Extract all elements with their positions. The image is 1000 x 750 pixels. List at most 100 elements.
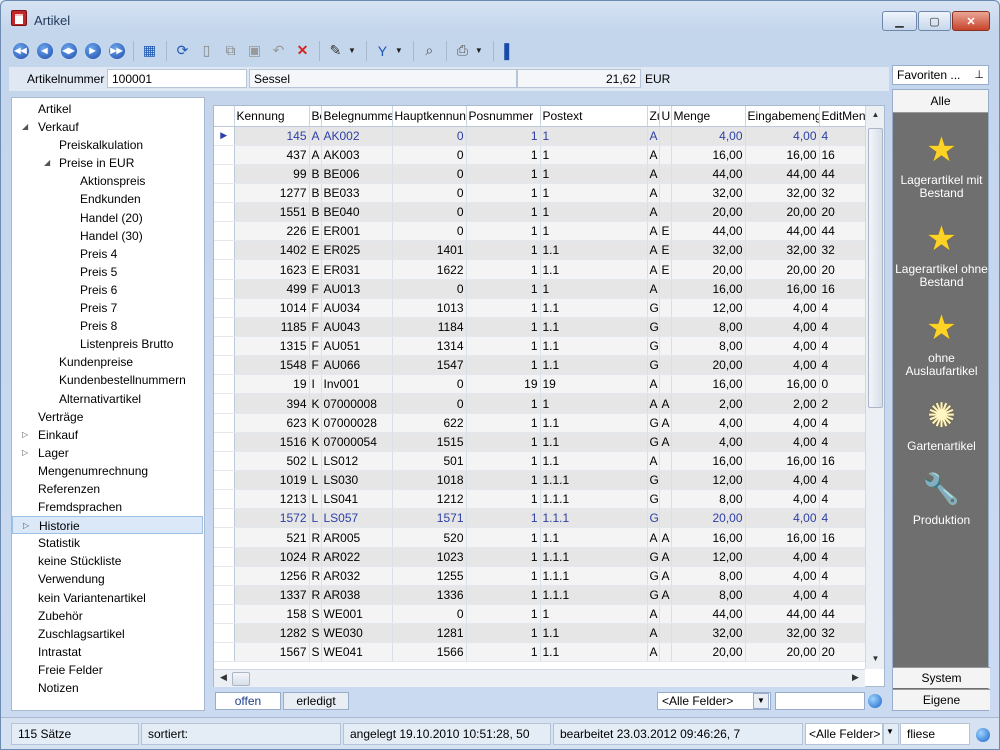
favorites-all-tab[interactable]: Alle: [893, 90, 988, 113]
chevron-down-icon[interactable]: ▼: [753, 693, 769, 709]
scroll-thumb[interactable]: [868, 128, 883, 408]
tree-item[interactable]: Preis 5: [12, 263, 204, 281]
tree-item[interactable]: keine Stückliste: [12, 552, 204, 570]
table-row[interactable]: 1337 R AR038 1336 1 1.1.1 G A 8,00 4,00 4: [214, 585, 867, 606]
tree-item[interactable]: Preiskalkulation: [12, 136, 204, 154]
row-indicator[interactable]: [214, 164, 235, 184]
table-view-icon[interactable]: ▦: [138, 40, 161, 62]
favorite-item[interactable]: ✺ Gartenartikel: [893, 398, 990, 453]
column-header[interactable]: Zu: [647, 106, 660, 127]
table-row[interactable]: 394 K 07000008 0 1 1 A A 2,00 2,00 2: [214, 393, 867, 414]
prev-record-icon[interactable]: ◀: [33, 40, 56, 62]
row-indicator[interactable]: [214, 508, 235, 529]
tree-item[interactable]: Referenzen: [12, 480, 204, 498]
table-row[interactable]: 1315 F AU051 1314 1 1.1 G 8,00 4,00 4: [214, 336, 867, 357]
vertical-scrollbar[interactable]: ▲ ▼: [865, 106, 884, 669]
table-row[interactable]: 521 R AR005 520 1 1.1 A A 16,00 16,00 16: [214, 527, 867, 548]
table-row[interactable]: 437 A AK003 0 1 1 A 16,00 16,00 16: [214, 145, 867, 165]
tree-item[interactable]: kein Variantenartikel: [12, 589, 204, 607]
table-row[interactable]: 1282 S WE030 1281 1 1.1 A 32,00 32,00 32: [214, 623, 867, 644]
tree-item[interactable]: ▷ Einkauf: [12, 426, 204, 444]
tree-item[interactable]: Notizen: [12, 679, 204, 697]
tab-done[interactable]: erledigt: [283, 692, 349, 710]
filter-input[interactable]: [775, 692, 865, 710]
tree-item[interactable]: Mengenumrechnung: [12, 462, 204, 480]
row-indicator[interactable]: [214, 393, 235, 414]
row-indicator[interactable]: [214, 202, 235, 223]
column-header[interactable]: Menge: [671, 106, 746, 127]
row-indicator[interactable]: [214, 336, 235, 357]
table-row[interactable]: 1024 R AR022 1023 1 1.1.1 G A 12,00 4,00 4: [214, 547, 867, 567]
table-row[interactable]: 1256 R AR032 1255 1 1.1.1 G A 8,00 4,00 4: [214, 566, 867, 586]
row-indicator[interactable]: [214, 470, 235, 491]
row-indicator[interactable]: [214, 374, 235, 395]
row-indicator[interactable]: [214, 413, 235, 433]
tree-item[interactable]: Preis 4: [12, 245, 204, 263]
column-header[interactable]: Hauptkennung: [392, 106, 467, 127]
next-record-icon[interactable]: ▶: [81, 40, 104, 62]
chevron-down-icon[interactable]: ▼: [475, 46, 483, 55]
scroll-thumb-horizontal[interactable]: [232, 672, 250, 686]
article-number-field[interactable]: 100001: [107, 69, 247, 88]
tree-item[interactable]: ▷ Lager: [12, 444, 204, 462]
row-indicator[interactable]: [214, 623, 235, 644]
table-row[interactable]: 499 F AU013 0 1 1 A 16,00 16,00 16: [214, 279, 867, 299]
chevron-down-icon[interactable]: ▼: [883, 723, 899, 745]
table-row[interactable]: 1548 F AU066 1547 1 1.1 G 20,00 4,00 4: [214, 355, 867, 376]
table-row[interactable]: 99 B BE006 0 1 1 A 44,00 44,00 44: [214, 164, 867, 184]
table-row[interactable]: 158 S WE001 0 1 1 A 44,00 44,00 44: [214, 604, 867, 625]
column-header[interactable]: Kennung: [234, 106, 310, 127]
tree-item[interactable]: Freie Felder: [12, 661, 204, 679]
first-record-icon[interactable]: ◀◀: [9, 40, 32, 62]
row-indicator[interactable]: [214, 489, 235, 510]
tools-icon[interactable]: ✎: [324, 40, 347, 62]
row-indicator[interactable]: [214, 317, 235, 338]
tree-item[interactable]: Statistik: [12, 534, 204, 552]
collapsed-icon[interactable]: ▷: [23, 517, 29, 535]
undo-icon[interactable]: ↶: [267, 40, 290, 62]
table-row[interactable]: 1402 E ER025 1401 1 1.1 A E 32,00 32,00 32: [214, 240, 867, 261]
tree-item[interactable]: Zuschlagsartikel: [12, 625, 204, 643]
close-button[interactable]: ✕: [952, 11, 990, 31]
scroll-up-icon[interactable]: ▲: [866, 110, 885, 119]
tree-item[interactable]: Zubehör: [12, 607, 204, 625]
column-header[interactable]: Belegnummer: [321, 106, 393, 127]
tree-item[interactable]: Handel (20): [12, 209, 204, 227]
tree-item[interactable]: Preis 7: [12, 299, 204, 317]
favorite-item[interactable]: ★ Lagerartikel mit Bestand: [893, 132, 990, 200]
tree-item[interactable]: Intrastat: [12, 643, 204, 661]
row-indicator[interactable]: [214, 240, 235, 261]
book-icon[interactable]: ▌: [498, 40, 521, 62]
collapsed-icon[interactable]: ▷: [22, 426, 28, 444]
favorites-dropdown[interactable]: Favoriten ... ⊥: [892, 65, 989, 85]
filter-icon[interactable]: Y: [371, 40, 394, 62]
tree-item[interactable]: Alternativartikel: [12, 390, 204, 408]
tree-item[interactable]: Fremdsprachen: [12, 498, 204, 516]
table-row[interactable]: 1019 L LS030 1018 1 1.1.1 G 12,00 4,00 4: [214, 470, 867, 491]
tree-item[interactable]: Endkunden: [12, 190, 204, 208]
pin-icon[interactable]: ⊥: [974, 68, 984, 81]
save-icon[interactable]: ▣: [243, 40, 266, 62]
tree-item[interactable]: Aktionspreis: [12, 172, 204, 190]
row-indicator[interactable]: [214, 355, 235, 376]
tree-item[interactable]: Verträge: [12, 408, 204, 426]
globe-icon[interactable]: [868, 694, 882, 708]
row-indicator[interactable]: [214, 145, 235, 165]
chevron-down-icon[interactable]: ▼: [348, 46, 356, 55]
table-row[interactable]: 502 L LS012 501 1 1.1 A 16,00 16,00 16: [214, 451, 867, 472]
chevron-down-icon[interactable]: ▼: [395, 46, 403, 55]
tab-open[interactable]: offen: [215, 692, 281, 710]
table-row[interactable]: 226 E ER001 0 1 1 A E 44,00 44,00 44: [214, 221, 867, 242]
last-record-icon[interactable]: ▶▶: [105, 40, 128, 62]
tree-item[interactable]: Listenpreis Brutto: [12, 335, 204, 353]
tree-item[interactable]: ◢ Preise in EUR: [12, 154, 204, 172]
table-row[interactable]: 1623 E ER031 1622 1 1.1 A E 20,00 20,00 20: [214, 259, 867, 280]
table-row[interactable]: 1516 K 07000054 1515 1 1.1 G A 4,00 4,00 4: [214, 432, 867, 452]
row-indicator[interactable]: [214, 547, 235, 567]
expanded-icon[interactable]: ◢: [44, 154, 50, 172]
new-icon[interactable]: ▯: [195, 40, 218, 62]
tree-item[interactable]: Preis 8: [12, 317, 204, 335]
tree-item[interactable]: Preis 6: [12, 281, 204, 299]
table-row[interactable]: 1014 F AU034 1013 1 1.1 G 12,00 4,00 4: [214, 298, 867, 318]
column-header[interactable]: Eingabemenge: [745, 106, 820, 127]
